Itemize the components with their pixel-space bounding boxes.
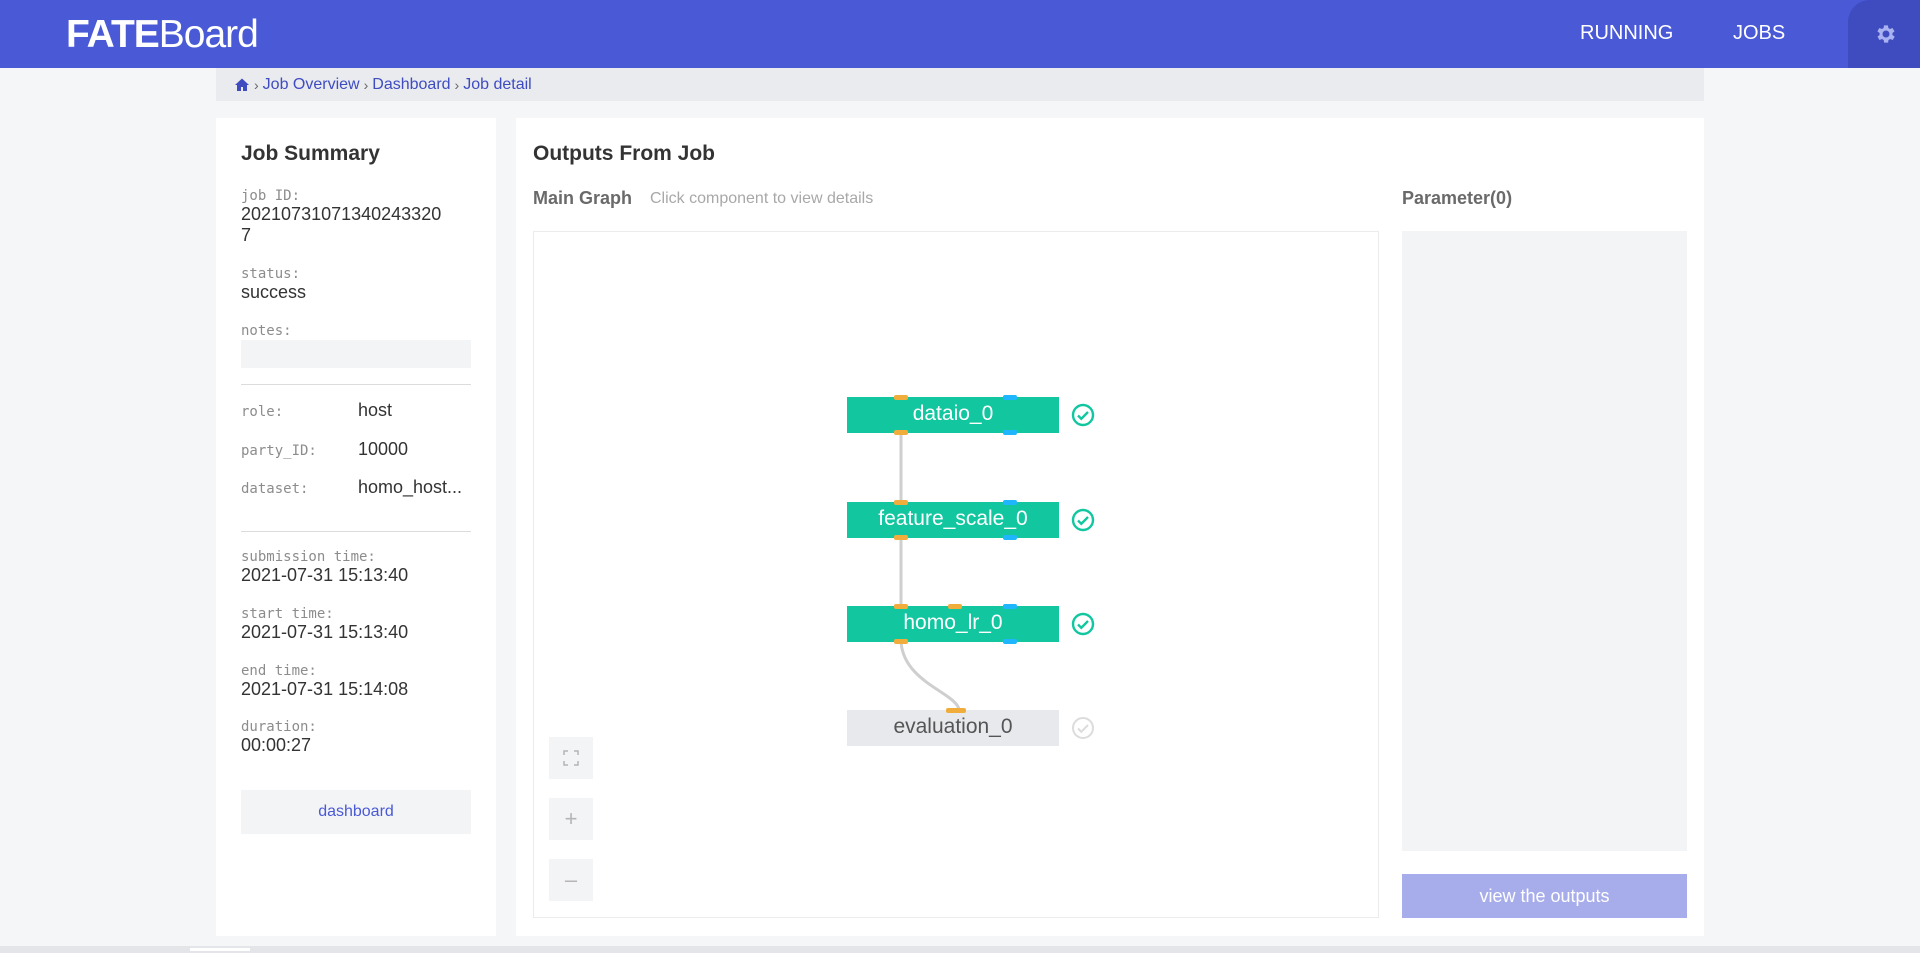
parameter-label: Parameter(0): [1402, 188, 1513, 208]
graph-node-feature-scale-0[interactable]: feature_scale_0: [847, 500, 1059, 540]
model-input-port: [1003, 604, 1017, 609]
role-value: host: [358, 400, 393, 420]
dataset-row: dataset: homo_host...: [241, 477, 473, 501]
outputs-panel: Outputs From Job Main Graph Click compon…: [516, 118, 1704, 936]
scrollbar-thumb[interactable]: [190, 948, 250, 951]
horizontal-scrollbar[interactable]: [0, 946, 1920, 953]
duration-block: duration: 00:00:27: [241, 719, 473, 756]
nav-jobs[interactable]: JOBS: [1733, 22, 1785, 45]
graph-edges: [899, 432, 961, 710]
graph-hint: Click component to view details: [650, 190, 874, 207]
notes-block: notes:: [241, 323, 473, 339]
submission-time-value: 2021-07-31 15:13:40: [241, 565, 409, 585]
role-row: role: host: [241, 400, 473, 424]
job-summary-title: Job Summary: [241, 142, 380, 165]
party-id-label: party_ID:: [241, 443, 317, 459]
logo-bold-text: FATE: [66, 13, 160, 56]
submission-time-block: submission time: 2021-07-31 15:13:40: [241, 549, 473, 586]
start-time-value: 2021-07-31 15:13:40: [241, 622, 409, 642]
success-check-icon: [1071, 612, 1095, 636]
notes-label: notes:: [241, 323, 292, 339]
data-input-port: [948, 604, 962, 609]
job-id-block: job ID: 20210731071340243320 7: [241, 188, 473, 246]
breadcrumb: › Job Overview › Dashboard › Job detail: [216, 68, 1704, 101]
job-id-value-line1: 20210731071340243320: [241, 204, 442, 224]
breadcrumb-job-overview[interactable]: Job Overview: [263, 76, 360, 94]
fullscreen-icon: [563, 750, 579, 766]
pending-check-icon: [1072, 717, 1094, 739]
top-bar: FATEBoard RUNNING JOBS: [0, 0, 1920, 68]
minus-icon: –: [564, 867, 578, 892]
status-label: status:: [241, 266, 301, 282]
end-time-label: end time:: [241, 663, 317, 679]
model-output-port: [1003, 639, 1017, 644]
status-block: status: success: [241, 266, 473, 303]
zoom-in-button[interactable]: +: [549, 798, 593, 840]
breadcrumb-dashboard[interactable]: Dashboard: [372, 76, 450, 94]
settings-button[interactable]: [1848, 0, 1920, 68]
zoom-out-button[interactable]: –: [549, 859, 593, 901]
job-summary-panel: Job Summary job ID: 20210731071340243320…: [216, 118, 496, 936]
graph-node-dataio-0[interactable]: dataio_0: [847, 395, 1059, 435]
breadcrumb-separator-icon: ›: [254, 76, 259, 93]
app-logo[interactable]: FATEBoard: [66, 13, 259, 57]
logo-rest-text: Board: [158, 13, 259, 56]
model-output-port: [1003, 535, 1017, 540]
graph-node-homo-lr-0[interactable]: homo_lr_0: [847, 604, 1059, 644]
status-value: success: [241, 282, 307, 302]
end-time-value: 2021-07-31 15:14:08: [241, 679, 409, 699]
data-output-port: [894, 535, 908, 540]
model-output-port: [1003, 430, 1017, 435]
graph-node-evaluation-0[interactable]: evaluation_0: [847, 708, 1059, 746]
gear-icon: [1877, 25, 1895, 43]
model-input-port: [1003, 395, 1017, 400]
start-time-block: start time: 2021-07-31 15:13:40: [241, 606, 473, 643]
data-input-port: [946, 708, 966, 713]
plus-icon: +: [564, 806, 578, 831]
success-check-icon: [1071, 403, 1095, 427]
node-label: homo_lr_0: [903, 611, 1003, 634]
divider: [241, 531, 471, 532]
duration-value: 00:00:27: [241, 735, 312, 755]
model-input-port: [1003, 500, 1017, 505]
data-output-port: [894, 430, 908, 435]
home-icon[interactable]: [234, 77, 250, 93]
node-label: dataio_0: [912, 402, 994, 425]
job-id-value-line2: 7: [241, 225, 252, 245]
breadcrumb-separator-icon: ›: [363, 76, 369, 93]
breadcrumb-job-detail: Job detail: [463, 75, 532, 93]
data-input-port: [894, 604, 908, 609]
parameter-panel: [1402, 231, 1687, 851]
data-output-port: [894, 639, 908, 644]
view-outputs-button[interactable]: view the outputs: [1402, 874, 1687, 918]
role-label: role:: [241, 404, 284, 420]
breadcrumb-separator-icon: ›: [454, 76, 460, 93]
notes-field[interactable]: [241, 340, 471, 368]
party-id-value: 10000: [358, 439, 409, 459]
dataset-label: dataset:: [241, 481, 309, 497]
dashboard-button[interactable]: dashboard: [241, 790, 471, 834]
node-label: feature_scale_0: [878, 507, 1028, 530]
job-id-label: job ID:: [241, 188, 301, 204]
node-label: evaluation_0: [893, 715, 1013, 738]
divider: [241, 384, 471, 385]
duration-label: duration:: [241, 719, 317, 735]
outputs-title: Outputs From Job: [533, 142, 715, 165]
end-time-block: end time: 2021-07-31 15:14:08: [241, 663, 473, 700]
main-graph-label: Main Graph: [533, 188, 633, 208]
dataset-value[interactable]: homo_host...: [358, 477, 473, 498]
data-input-port: [894, 395, 908, 400]
edge-homo-lr-to-evaluation: [899, 641, 961, 710]
nav-running[interactable]: RUNNING: [1580, 22, 1673, 45]
party-id-row: party_ID: 10000: [241, 439, 473, 463]
main-graph-canvas[interactable]: dataio_0 feature_scale_0 homo_lr_0 evalu…: [533, 231, 1379, 918]
success-check-icon: [1071, 508, 1095, 532]
data-input-port: [894, 500, 908, 505]
fullscreen-button[interactable]: [549, 737, 593, 779]
submission-time-label: submission time:: [241, 549, 376, 565]
start-time-label: start time:: [241, 606, 334, 622]
